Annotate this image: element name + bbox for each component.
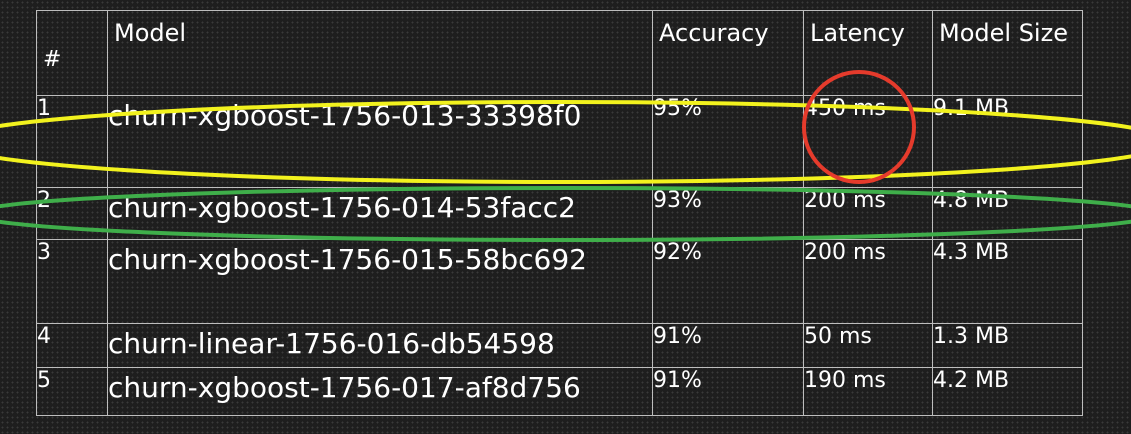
model-name: churn-xgboost-1756-014-53facc2 <box>107 187 653 240</box>
header-accuracy: Accuracy <box>652 10 804 96</box>
model-comparison-table: # Model Accuracy Latency Model Size 1 ch… <box>36 10 1083 416</box>
row-index: 2 <box>36 187 108 240</box>
accuracy-value: 92% <box>652 239 804 324</box>
header-model: Model <box>107 10 653 96</box>
model-name: churn-xgboost-1756-015-58bc692 <box>107 239 653 324</box>
latency-value: 200 ms <box>803 239 933 324</box>
model-name: churn-xgboost-1756-017-af8d756 <box>107 367 653 416</box>
table-row: 5 churn-xgboost-1756-017-af8d756 91% 190… <box>36 367 1083 416</box>
table-row: 1 churn-xgboost-1756-013-33398f0 95% 450… <box>36 95 1083 188</box>
model-size-value: 9.1 MB <box>932 95 1083 188</box>
model-size-value: 4.3 MB <box>932 239 1083 324</box>
header-row: # Model Accuracy Latency Model Size <box>36 10 1083 96</box>
accuracy-value: 95% <box>652 95 804 188</box>
latency-value: 200 ms <box>803 187 933 240</box>
model-size-value: 4.2 MB <box>932 367 1083 416</box>
table-row: 2 churn-xgboost-1756-014-53facc2 93% 200… <box>36 187 1083 240</box>
latency-value: 450 ms <box>803 95 933 188</box>
latency-value: 50 ms <box>803 323 933 368</box>
header-latency: Latency <box>803 10 933 96</box>
accuracy-value: 91% <box>652 367 804 416</box>
row-index: 1 <box>36 95 108 188</box>
row-index: 5 <box>36 367 108 416</box>
accuracy-value: 91% <box>652 323 804 368</box>
model-size-value: 4.8 MB <box>932 187 1083 240</box>
accuracy-value: 93% <box>652 187 804 240</box>
table-row: 3 churn-xgboost-1756-015-58bc692 92% 200… <box>36 239 1083 324</box>
row-index: 4 <box>36 323 108 368</box>
row-index: 3 <box>36 239 108 324</box>
model-size-value: 1.3 MB <box>932 323 1083 368</box>
model-name: churn-linear-1756-016-db54598 <box>107 323 653 368</box>
header-model-size: Model Size <box>932 10 1083 96</box>
header-index: # <box>36 10 108 96</box>
slide: # Model Accuracy Latency Model Size 1 ch… <box>0 0 1131 434</box>
table-row: 4 churn-linear-1756-016-db54598 91% 50 m… <box>36 323 1083 368</box>
latency-value: 190 ms <box>803 367 933 416</box>
model-name: churn-xgboost-1756-013-33398f0 <box>107 95 653 188</box>
